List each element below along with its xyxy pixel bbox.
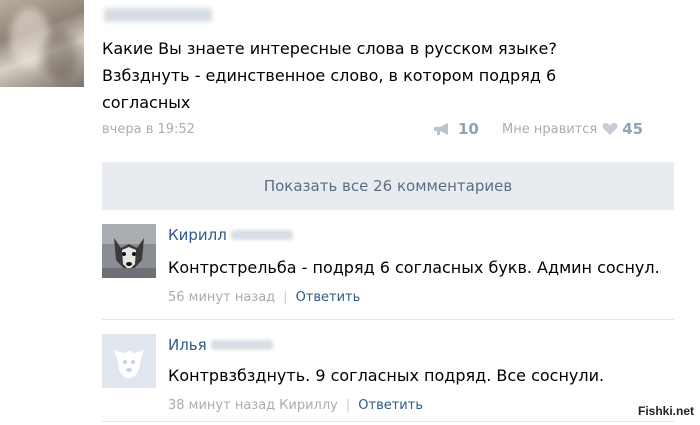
comment-text: Контрстрельба - подряд 6 согласных букв.… <box>168 258 660 277</box>
separator: | <box>345 398 351 413</box>
comment-meta: 56 минут назад | Ответить <box>168 290 360 305</box>
share-count: 10 <box>458 120 479 138</box>
comment-time[interactable]: 38 минут назад <box>168 398 275 413</box>
comment-text: Контрвзбзднуть. 9 согласных подряд. Все … <box>168 366 605 385</box>
comment-meta: 38 минут назад Кириллу | Ответить <box>168 398 423 413</box>
commenter-surname-blurred[interactable] <box>230 230 293 240</box>
commenter-avatar[interactable] <box>102 224 156 278</box>
commenter-avatar-default[interactable] <box>102 334 156 388</box>
comment: Илья Контрвзбзднуть. 9 согласных подряд.… <box>102 334 674 422</box>
post-author-name-blurred[interactable] <box>104 8 212 22</box>
post-date[interactable]: вчера в 19:52 <box>102 122 195 137</box>
commenter-name[interactable]: Илья <box>168 336 207 354</box>
reply-button[interactable]: Ответить <box>358 398 423 413</box>
like-button[interactable]: Мне нравится 45 <box>502 120 643 138</box>
like-count: 45 <box>622 120 644 138</box>
post-text-line: Какие Вы знаете интересные слова в русск… <box>102 39 557 58</box>
post-text-line: согласных <box>102 93 191 112</box>
watermark: Fishki.net <box>637 404 694 418</box>
reply-button[interactable]: Ответить <box>296 290 361 305</box>
comment-time[interactable]: 56 минут назад <box>168 290 275 305</box>
share-button[interactable]: 10 <box>432 120 479 138</box>
separator: | <box>283 290 288 305</box>
page: Какие Вы знаете интересные слова в русск… <box>0 0 700 425</box>
like-label: Мне нравится <box>502 121 598 137</box>
post-author-avatar[interactable] <box>0 0 84 87</box>
post-text: Какие Вы знаете интересные слова в русск… <box>102 35 662 116</box>
heart-icon <box>602 122 618 136</box>
commenter-name[interactable]: Кирилл <box>168 226 227 244</box>
reply-to-user[interactable]: Кириллу <box>279 398 338 413</box>
post-meta: вчера в 19:52 10 Мне нравится 45 <box>102 120 672 140</box>
comment: Кирилл Контрстрельба - подряд 6 согласны… <box>102 224 674 320</box>
commenter-name-row: Кирилл <box>168 226 293 244</box>
show-all-comments-button[interactable]: Показать все 26 комментариев <box>102 162 674 210</box>
post-text-line: Взбзднуть - единственное слово, в которо… <box>102 66 557 85</box>
megaphone-icon <box>432 122 454 136</box>
commenter-surname-blurred[interactable] <box>210 340 273 350</box>
commenter-name-row: Илья <box>168 336 273 354</box>
